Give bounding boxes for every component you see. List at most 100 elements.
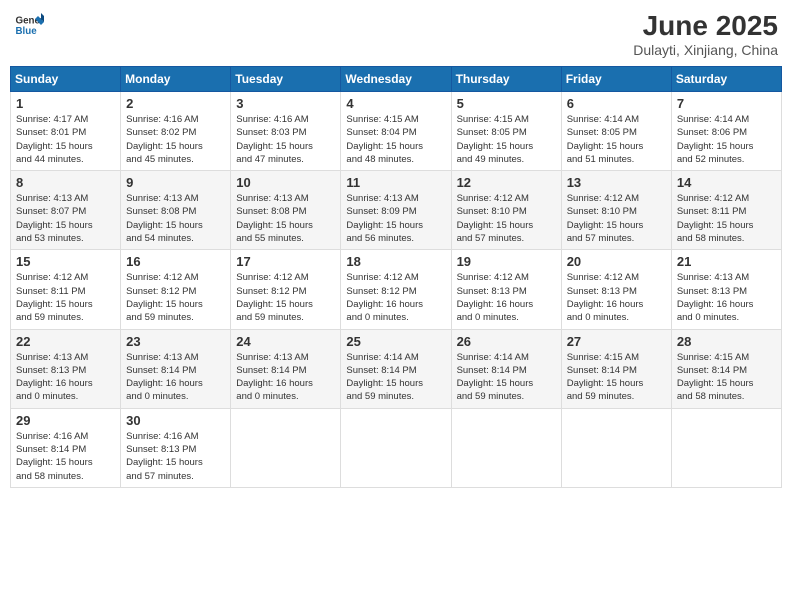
weekday-header-monday: Monday (121, 67, 231, 92)
day-number: 9 (126, 175, 225, 190)
day-number: 21 (677, 254, 776, 269)
day-info: Sunrise: 4:15 AM Sunset: 8:04 PM Dayligh… (346, 113, 445, 166)
day-cell: 14 Sunrise: 4:12 AM Sunset: 8:11 PM Dayli… (671, 171, 781, 250)
day-number: 10 (236, 175, 335, 190)
day-cell: 9Sunrise: 4:13 AM Sunset: 8:08 PM Daylig… (121, 171, 231, 250)
day-info: Sunrise: 4:12 AM Sunset: 8:12 PM Dayligh… (346, 271, 445, 324)
day-number: 2 (126, 96, 225, 111)
day-cell: 11 Sunrise: 4:13 AM Sunset: 8:09 PM Dayli… (341, 171, 451, 250)
day-info: Sunrise: 4:16 AM Sunset: 8:02 PM Dayligh… (126, 113, 225, 166)
day-info: Sunrise: 4:12 AM Sunset: 8:12 PM Dayligh… (236, 271, 335, 324)
day-cell: 27 Sunrise: 4:15 AM Sunset: 8:14 PM Dayli… (561, 329, 671, 408)
day-number: 4 (346, 96, 445, 111)
day-cell: 4 Sunrise: 4:15 AM Sunset: 8:04 PM Daylig… (341, 92, 451, 171)
logo-icon: General Blue (14, 10, 44, 40)
week-row-1: 1 Sunrise: 4:17 AM Sunset: 8:01 PM Daylig… (11, 92, 782, 171)
day-info: Sunrise: 4:13 AM Sunset: 8:13 PM Dayligh… (677, 271, 776, 324)
day-info: Sunrise: 4:12 AM Sunset: 8:11 PM Dayligh… (16, 271, 115, 324)
day-info: Sunrise: 4:16 AM Sunset: 8:13 PM Dayligh… (126, 430, 225, 483)
day-info: Sunrise: 4:12 AM Sunset: 8:11 PM Dayligh… (677, 192, 776, 245)
day-cell (231, 408, 341, 487)
day-number: 12 (457, 175, 556, 190)
day-cell (341, 408, 451, 487)
day-info: Sunrise: 4:13 AM Sunset: 8:09 PM Dayligh… (346, 192, 445, 245)
day-number: 14 (677, 175, 776, 190)
day-cell: 18 Sunrise: 4:12 AM Sunset: 8:12 PM Dayli… (341, 250, 451, 329)
day-info: Sunrise: 4:16 AM Sunset: 8:14 PM Dayligh… (16, 430, 115, 483)
day-info: Sunrise: 4:12 AM Sunset: 8:13 PM Dayligh… (457, 271, 556, 324)
weekday-header-thursday: Thursday (451, 67, 561, 92)
svg-text:Blue: Blue (16, 26, 38, 37)
week-row-2: 8Sunrise: 4:13 AM Sunset: 8:07 PM Daylig… (11, 171, 782, 250)
day-number: 18 (346, 254, 445, 269)
day-cell: 10 Sunrise: 4:13 AM Sunset: 8:08 PM Dayli… (231, 171, 341, 250)
day-info: Sunrise: 4:13 AM Sunset: 8:14 PM Dayligh… (236, 351, 335, 404)
day-info: Sunrise: 4:17 AM Sunset: 8:01 PM Dayligh… (16, 113, 115, 166)
day-number: 23 (126, 334, 225, 349)
day-number: 16 (126, 254, 225, 269)
day-cell: 1 Sunrise: 4:17 AM Sunset: 8:01 PM Daylig… (11, 92, 121, 171)
day-number: 7 (677, 96, 776, 111)
day-info: Sunrise: 4:14 AM Sunset: 8:05 PM Dayligh… (567, 113, 666, 166)
day-cell: 5 Sunrise: 4:15 AM Sunset: 8:05 PM Daylig… (451, 92, 561, 171)
week-row-3: 15 Sunrise: 4:12 AM Sunset: 8:11 PM Dayli… (11, 250, 782, 329)
day-number: 17 (236, 254, 335, 269)
day-number: 22 (16, 334, 115, 349)
day-cell: 6 Sunrise: 4:14 AM Sunset: 8:05 PM Daylig… (561, 92, 671, 171)
day-cell: 20 Sunrise: 4:12 AM Sunset: 8:13 PM Dayli… (561, 250, 671, 329)
day-cell: 26 Sunrise: 4:14 AM Sunset: 8:14 PM Dayli… (451, 329, 561, 408)
day-cell: 23 Sunrise: 4:13 AM Sunset: 8:14 PM Dayli… (121, 329, 231, 408)
logo: General Blue (14, 10, 44, 40)
day-cell: 13 Sunrise: 4:12 AM Sunset: 8:10 PM Dayli… (561, 171, 671, 250)
day-cell: 15 Sunrise: 4:12 AM Sunset: 8:11 PM Dayli… (11, 250, 121, 329)
day-number: 15 (16, 254, 115, 269)
weekday-header-sunday: Sunday (11, 67, 121, 92)
day-number: 13 (567, 175, 666, 190)
day-cell: 19 Sunrise: 4:12 AM Sunset: 8:13 PM Dayli… (451, 250, 561, 329)
day-number: 30 (126, 413, 225, 428)
day-info: Sunrise: 4:15 AM Sunset: 8:14 PM Dayligh… (567, 351, 666, 404)
day-info: Sunrise: 4:16 AM Sunset: 8:03 PM Dayligh… (236, 113, 335, 166)
day-cell: 29 Sunrise: 4:16 AM Sunset: 8:14 PM Dayli… (11, 408, 121, 487)
day-cell: 21 Sunrise: 4:13 AM Sunset: 8:13 PM Dayli… (671, 250, 781, 329)
weekday-header-friday: Friday (561, 67, 671, 92)
day-number: 5 (457, 96, 556, 111)
day-number: 1 (16, 96, 115, 111)
day-info: Sunrise: 4:12 AM Sunset: 8:13 PM Dayligh… (567, 271, 666, 324)
title-area: June 2025 Dulayti, Xinjiang, China (633, 10, 778, 58)
day-number: 20 (567, 254, 666, 269)
day-number: 3 (236, 96, 335, 111)
day-cell (451, 408, 561, 487)
day-number: 11 (346, 175, 445, 190)
weekday-header-tuesday: Tuesday (231, 67, 341, 92)
month-title: June 2025 (633, 10, 778, 42)
day-info: Sunrise: 4:13 AM Sunset: 8:13 PM Dayligh… (16, 351, 115, 404)
day-cell: 25Sunrise: 4:14 AM Sunset: 8:14 PM Dayli… (341, 329, 451, 408)
day-info: Sunrise: 4:13 AM Sunset: 8:07 PM Dayligh… (16, 192, 115, 245)
weekday-header-saturday: Saturday (671, 67, 781, 92)
day-info: Sunrise: 4:12 AM Sunset: 8:10 PM Dayligh… (567, 192, 666, 245)
day-info: Sunrise: 4:14 AM Sunset: 8:14 PM Dayligh… (457, 351, 556, 404)
day-cell: 2 Sunrise: 4:16 AM Sunset: 8:02 PM Daylig… (121, 92, 231, 171)
day-cell: 17 Sunrise: 4:12 AM Sunset: 8:12 PM Dayli… (231, 250, 341, 329)
day-cell: 22 Sunrise: 4:13 AM Sunset: 8:13 PM Dayli… (11, 329, 121, 408)
day-cell (561, 408, 671, 487)
day-number: 27 (567, 334, 666, 349)
day-info: Sunrise: 4:15 AM Sunset: 8:14 PM Dayligh… (677, 351, 776, 404)
day-info: Sunrise: 4:15 AM Sunset: 8:05 PM Dayligh… (457, 113, 556, 166)
day-number: 25 (346, 334, 445, 349)
day-number: 29 (16, 413, 115, 428)
week-row-4: 22 Sunrise: 4:13 AM Sunset: 8:13 PM Dayli… (11, 329, 782, 408)
day-cell: 28Sunrise: 4:15 AM Sunset: 8:14 PM Dayli… (671, 329, 781, 408)
week-row-5: 29 Sunrise: 4:16 AM Sunset: 8:14 PM Dayli… (11, 408, 782, 487)
day-number: 6 (567, 96, 666, 111)
day-info: Sunrise: 4:13 AM Sunset: 8:14 PM Dayligh… (126, 351, 225, 404)
day-info: Sunrise: 4:13 AM Sunset: 8:08 PM Dayligh… (236, 192, 335, 245)
calendar: SundayMondayTuesdayWednesdayThursdayFrid… (10, 66, 782, 488)
weekday-header-wednesday: Wednesday (341, 67, 451, 92)
day-number: 19 (457, 254, 556, 269)
day-cell (671, 408, 781, 487)
day-cell: 30 Sunrise: 4:16 AM Sunset: 8:13 PM Dayli… (121, 408, 231, 487)
day-number: 26 (457, 334, 556, 349)
day-info: Sunrise: 4:14 AM Sunset: 8:06 PM Dayligh… (677, 113, 776, 166)
